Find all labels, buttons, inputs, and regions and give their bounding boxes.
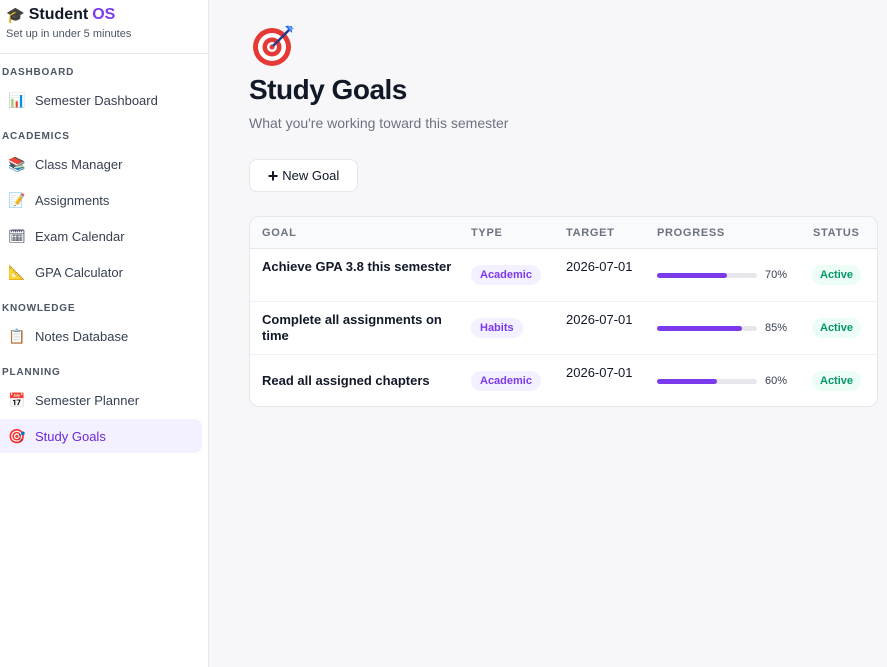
table-row[interactable]: Read all assigned chapters Academic 2026… <box>250 355 877 406</box>
new-goal-button[interactable]: + New Goal <box>249 159 358 192</box>
status-badge: Active <box>812 265 862 285</box>
plus-icon: + <box>267 165 279 186</box>
sidebar-item-study-goals[interactable]: 🎯 Study Goals <box>0 419 202 453</box>
column-header-type[interactable]: TYPE <box>471 227 503 239</box>
sidebar-item-label: Study Goals <box>35 428 106 444</box>
sidebar-item-notes-database[interactable]: 📋 Notes Database <box>0 319 202 353</box>
clipboard-icon: 📋 <box>8 327 26 344</box>
column-header-progress[interactable]: PROGRESS <box>657 227 725 239</box>
progress-bar <box>657 326 757 331</box>
sidebar-item-label: Semester Dashboard <box>35 92 158 108</box>
column-header-status[interactable]: STATUS <box>813 227 860 239</box>
target-date: 2026-07-01 <box>566 259 633 274</box>
books-icon: 📚 <box>8 155 26 172</box>
section-label-dashboard: DASHBOARD <box>2 67 75 78</box>
progress-fill <box>657 379 717 384</box>
main-content: Study Goals What you're working toward t… <box>209 0 887 667</box>
column-header-goal[interactable]: GOAL <box>262 227 297 239</box>
sidebar-item-exam-calendar[interactable]: 🗓 Exam Calendar <box>0 219 202 253</box>
table-row[interactable]: Complete all assignments on time Habits … <box>250 302 877 355</box>
goals-table: GOAL TYPE TARGET PROGRESS STATUS Achieve… <box>249 216 878 407</box>
table-header: GOAL TYPE TARGET PROGRESS STATUS <box>250 217 877 249</box>
target-icon: 🎯 <box>8 427 26 444</box>
sidebar-item-semester-dashboard[interactable]: 📊 Semester Dashboard <box>0 83 202 117</box>
progress-bar <box>657 379 757 384</box>
sidebar-item-semester-planner[interactable]: 📅 Semester Planner <box>0 383 202 417</box>
graduation-cap-icon: 🎓 <box>6 7 25 24</box>
sidebar: 🎓 Student OS Set up in under 5 minutes D… <box>0 0 209 667</box>
column-header-target[interactable]: TARGET <box>566 227 615 239</box>
brand-subtitle: Set up in under 5 minutes <box>6 28 132 40</box>
sidebar-item-assignments[interactable]: 📝 Assignments <box>0 183 202 217</box>
progress-fill <box>657 273 727 278</box>
type-badge: Habits <box>471 318 523 338</box>
table-row[interactable]: Achieve GPA 3.8 this semester Academic 2… <box>250 249 877 302</box>
triangle-ruler-icon: 📐 <box>8 263 26 280</box>
sidebar-item-label: Semester Planner <box>35 392 140 408</box>
sidebar-item-label: GPA Calculator <box>35 264 123 280</box>
calendar-icon: 🗓 <box>8 227 26 244</box>
brand-title: 🎓 Student OS <box>6 6 202 24</box>
progress-percent: 60% <box>765 375 788 387</box>
section-label-academics: ACADEMICS <box>2 131 70 142</box>
goal-name: Complete all assignments on time <box>262 312 442 343</box>
target-icon <box>253 25 294 66</box>
sidebar-item-gpa-calculator[interactable]: 📐 GPA Calculator <box>0 255 202 289</box>
section-label-planning: PLANNING <box>2 367 61 378</box>
planner-icon: 📅 <box>8 391 26 408</box>
sidebar-item-label: Class Manager <box>35 156 123 172</box>
brand-name: Student <box>28 6 89 23</box>
progress-bar <box>657 273 757 278</box>
target-date: 2026-07-01 <box>566 365 633 380</box>
progress-fill <box>657 326 742 331</box>
sidebar-item-label: Assignments <box>35 192 110 208</box>
target-date: 2026-07-01 <box>566 312 633 327</box>
type-badge: Academic <box>471 371 541 391</box>
sidebar-item-label: Exam Calendar <box>35 228 125 244</box>
brand: 🎓 Student OS Set up in under 5 minutes <box>0 0 208 54</box>
new-goal-label: New Goal <box>282 168 340 183</box>
status-badge: Active <box>812 318 862 338</box>
progress-percent: 70% <box>765 269 788 281</box>
page-subtitle: What you're working toward this semester <box>249 115 509 131</box>
goal-name: Read all assigned chapters <box>262 373 430 388</box>
section-label-knowledge: KNOWLEDGE <box>2 303 76 314</box>
sidebar-item-class-manager[interactable]: 📚 Class Manager <box>0 147 202 181</box>
memo-icon: 📝 <box>8 191 26 208</box>
type-badge: Academic <box>471 265 541 285</box>
bar-chart-icon: 📊 <box>8 91 26 108</box>
sidebar-item-label: Notes Database <box>35 328 129 344</box>
page-title: Study Goals <box>249 74 407 105</box>
goal-name: Achieve GPA 3.8 this semester <box>262 259 452 274</box>
status-badge: Active <box>812 371 862 391</box>
brand-name-accent: OS <box>92 6 116 23</box>
progress-percent: 85% <box>765 322 788 334</box>
